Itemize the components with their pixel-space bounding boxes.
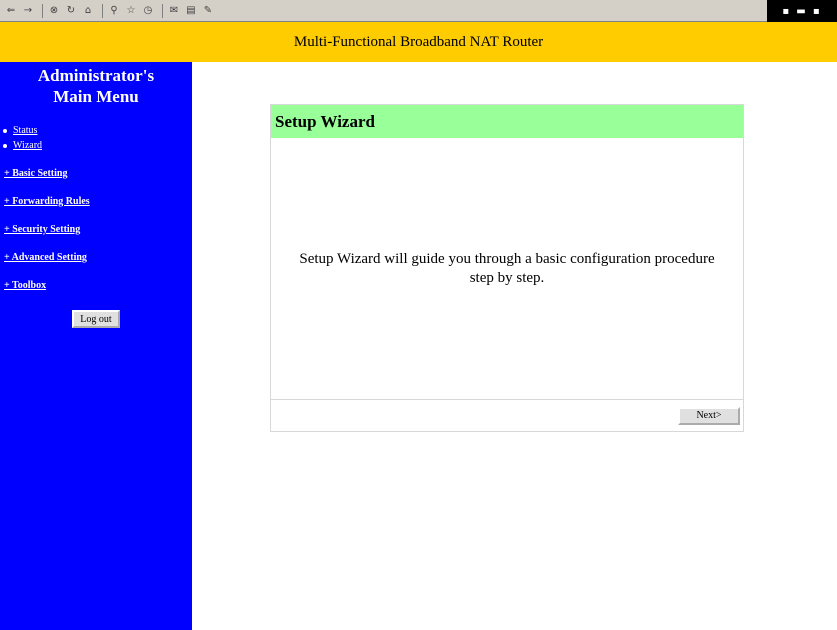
toolbar-separator bbox=[42, 3, 43, 18]
search-icon[interactable]: ⚲ bbox=[107, 4, 121, 18]
wizard-title: Setup Wizard bbox=[275, 111, 375, 131]
back-icon[interactable]: ⇐ bbox=[4, 4, 18, 18]
favorites-icon[interactable]: ☆ bbox=[124, 4, 138, 18]
page-title: Multi-Functional Broadband NAT Router bbox=[293, 33, 544, 50]
wizard-panel: Setup Wizard Setup Wizard will guide you… bbox=[270, 104, 744, 432]
logout-button[interactable]: Log out bbox=[72, 310, 120, 328]
header-banner: Multi-Functional Broadband NAT Router bbox=[0, 22, 837, 62]
history-icon[interactable]: ◷ bbox=[141, 4, 155, 18]
sidebar: Administrator's Main Menu Status Wizard … bbox=[0, 62, 192, 630]
wizard-link[interactable]: Wizard bbox=[13, 140, 42, 151]
status-link[interactable]: Status bbox=[13, 125, 37, 136]
security-setting-link[interactable]: + Security Setting bbox=[4, 224, 80, 235]
sidebar-item-basic-setting: + Basic Setting bbox=[0, 166, 192, 181]
toolbox-link[interactable]: + Toolbox bbox=[4, 280, 46, 291]
forwarding-rules-link[interactable]: + Forwarding Rules bbox=[4, 196, 90, 207]
toolbar-separator bbox=[102, 3, 103, 18]
advanced-setting-link[interactable]: + Advanced Setting bbox=[4, 252, 87, 263]
sidebar-item-status: Status bbox=[3, 123, 192, 138]
forward-icon[interactable]: → bbox=[21, 4, 35, 18]
sidebar-title-line1: Administrator's bbox=[37, 66, 155, 85]
next-button[interactable]: Next> bbox=[678, 406, 740, 425]
bullet-icon bbox=[3, 143, 7, 148]
sidebar-item-wizard: Wizard bbox=[3, 138, 192, 153]
wizard-header: Setup Wizard bbox=[271, 105, 743, 138]
mail-icon[interactable]: ✉ bbox=[167, 4, 181, 18]
sidebar-item-advanced-setting: + Advanced Setting bbox=[0, 250, 192, 265]
logout-container: Log out bbox=[0, 309, 192, 328]
home-icon[interactable]: ⌂ bbox=[81, 4, 95, 18]
print-icon[interactable]: ▤ bbox=[184, 4, 198, 18]
sidebar-title: Administrator's Main Menu bbox=[0, 65, 192, 107]
sidebar-item-toolbox: + Toolbox bbox=[0, 278, 192, 293]
sub-menu: Status Wizard bbox=[0, 123, 192, 153]
sidebar-item-forwarding-rules: + Forwarding Rules bbox=[0, 194, 192, 209]
wizard-footer: Next> bbox=[271, 400, 743, 431]
bullet-icon bbox=[3, 128, 7, 133]
toolbar-separator bbox=[162, 3, 163, 18]
wizard-body: Setup Wizard will guide you through a ba… bbox=[271, 138, 743, 400]
refresh-icon[interactable]: ↻ bbox=[64, 4, 78, 18]
browser-logo-icon: ▪ ▬ ▪ bbox=[767, 0, 837, 22]
stop-icon[interactable]: ⊗ bbox=[47, 4, 61, 18]
wizard-description: Setup Wizard will guide you through a ba… bbox=[299, 250, 715, 286]
sidebar-item-security-setting: + Security Setting bbox=[0, 222, 192, 237]
edit-icon[interactable]: ✎ bbox=[201, 4, 215, 18]
sidebar-title-line2: Main Menu bbox=[53, 87, 139, 106]
browser-toolbar: ⇐ → ⊗ ↻ ⌂ ⚲ ☆ ◷ ✉ ▤ ✎ ▪ ▬ ▪ bbox=[0, 0, 837, 22]
basic-setting-link[interactable]: + Basic Setting bbox=[4, 168, 67, 179]
